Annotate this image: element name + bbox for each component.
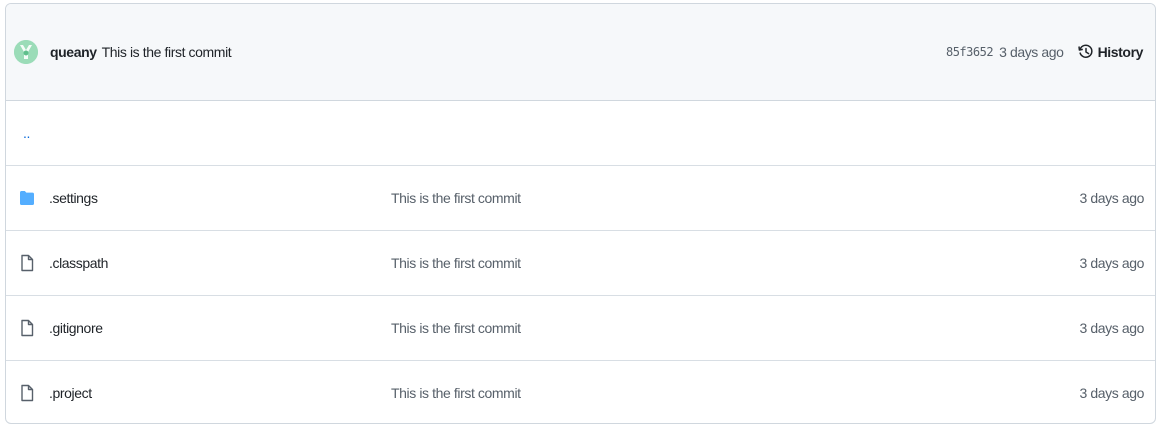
commit-age: 3 days ago [999,44,1064,60]
file-name-link[interactable]: .project [49,385,391,401]
file-commit-link[interactable]: This is the first commit [391,385,1080,401]
file-date: 3 days ago [1079,385,1145,401]
commit-author-link[interactable]: queany [50,44,97,60]
file-date: 3 days ago [1079,190,1145,206]
file-date: 3 days ago [1079,255,1145,271]
file-commit-link[interactable]: This is the first commit [391,320,1080,336]
history-label: History [1097,44,1144,60]
file-row[interactable]: .settings This is the first commit 3 day… [6,166,1155,231]
parent-directory-link[interactable]: .. [23,125,30,141]
latest-commit-bar: queany This is the first commit 85f3652 … [6,4,1155,101]
file-commit-link[interactable]: This is the first commit [391,190,1080,206]
file-browser: queany This is the first commit 85f3652 … [5,3,1156,424]
folder-icon [19,189,35,207]
commit-sha-link[interactable]: 85f3652 [946,45,994,59]
file-icon [19,319,35,337]
file-date: 3 days ago [1079,320,1145,336]
file-commit-link[interactable]: This is the first commit [391,255,1080,271]
file-row[interactable]: .classpath This is the first commit 3 da… [6,231,1155,296]
file-name-link[interactable]: .gitignore [49,320,391,336]
file-icon [19,384,35,402]
file-icon [19,254,35,272]
commit-message-link[interactable]: This is the first commit [102,44,232,60]
history-button[interactable]: History [1077,44,1144,60]
file-row[interactable]: .project This is the first commit 3 days… [6,361,1155,423]
file-name-link[interactable]: .settings [49,190,391,206]
history-icon [1077,44,1094,60]
avatar[interactable] [14,40,38,64]
parent-directory-row[interactable]: .. [6,101,1155,166]
file-name-link[interactable]: .classpath [49,255,391,271]
file-row[interactable]: .gitignore This is the first commit 3 da… [6,296,1155,361]
